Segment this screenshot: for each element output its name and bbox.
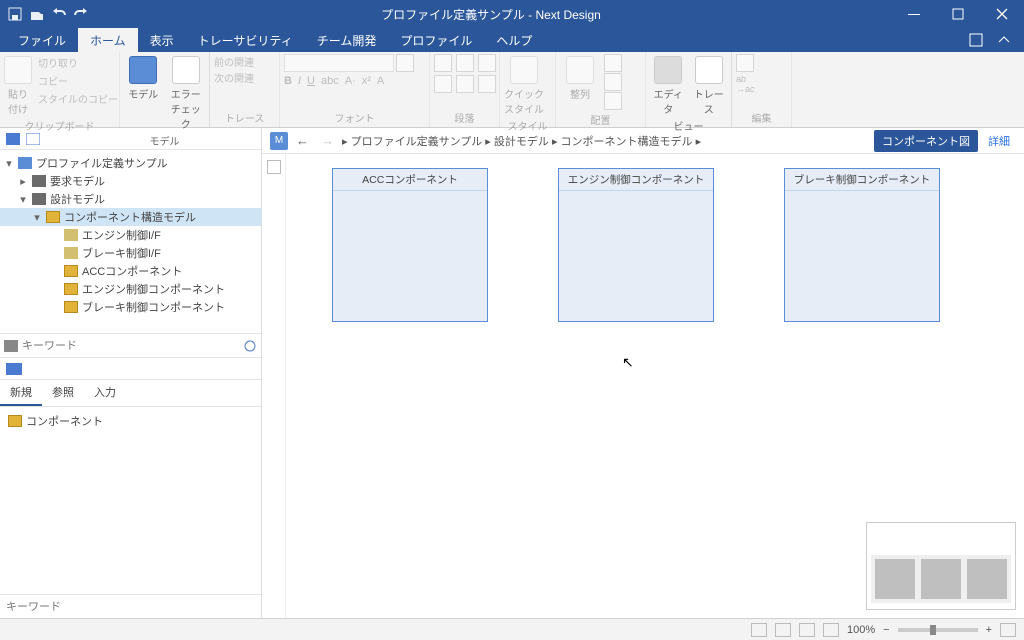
tab-trace[interactable]: トレーサビリティ bbox=[186, 28, 305, 52]
tree-root[interactable]: ▾プロファイル定義サンプル bbox=[0, 154, 261, 172]
zoom-slider[interactable] bbox=[898, 628, 978, 632]
align-button[interactable]: 整列 bbox=[560, 54, 600, 101]
tree-n4[interactable]: エンジン制御コンポーネント bbox=[0, 280, 261, 298]
paste-button[interactable]: 貼り付け bbox=[4, 54, 32, 116]
maximize-icon[interactable] bbox=[936, 0, 980, 28]
errorcheck-button[interactable]: エラーチェック bbox=[167, 54, 206, 131]
tab-new[interactable]: 新規 bbox=[0, 380, 42, 406]
gutter-icon[interactable] bbox=[267, 160, 281, 174]
group-paragraph: 段落 bbox=[434, 108, 495, 127]
fullscreen-icon[interactable] bbox=[962, 33, 990, 47]
tree-n3[interactable]: ACCコンポーネント bbox=[0, 262, 261, 280]
title-bar: プロファイル定義サンプル - Next Design bbox=[0, 0, 1024, 28]
ribbon: 貼り付け 切り取り コピー スタイルのコピー クリップボード モデル エラーチェ… bbox=[0, 52, 1024, 128]
tab-file[interactable]: ファイル bbox=[6, 28, 78, 52]
menu-bar: ファイル ホーム 表示 トレーサビリティ チーム開発 プロファイル ヘルプ bbox=[0, 28, 1024, 52]
diagram-type-button[interactable]: コンポーネント図 bbox=[874, 130, 978, 152]
tree-design[interactable]: ▾設計モデル bbox=[0, 190, 261, 208]
component-box-engine[interactable]: エンジン制御コンポーネント bbox=[558, 168, 714, 322]
cut-button[interactable]: 切り取り bbox=[36, 54, 120, 71]
status-view-1[interactable] bbox=[751, 623, 767, 637]
close-icon[interactable] bbox=[980, 0, 1024, 28]
tab-home[interactable]: ホーム bbox=[78, 28, 138, 52]
font-size[interactable] bbox=[396, 54, 414, 72]
copy-button[interactable]: コピー bbox=[36, 72, 120, 89]
minimize-icon[interactable] bbox=[892, 0, 936, 28]
status-bar: 100% − + bbox=[0, 618, 1024, 640]
tab-input[interactable]: 入力 bbox=[84, 380, 126, 406]
status-view-2[interactable] bbox=[775, 623, 791, 637]
palette-tabs: 新規 参照 入力 bbox=[0, 379, 261, 407]
cursor-icon: ↖ bbox=[622, 354, 634, 371]
find-icon[interactable] bbox=[736, 54, 754, 72]
status-view-4[interactable] bbox=[823, 623, 839, 637]
undo-icon[interactable] bbox=[50, 5, 68, 23]
left-panel: ▾プロファイル定義サンプル ▸要求モデル ▾設計モデル ▾コンポーネント構造モデ… bbox=[0, 128, 262, 618]
component-box-acc[interactable]: ACCコンポーネント bbox=[332, 168, 488, 322]
breadcrumb: M ← → ▸ プロファイル定義サンプル ▸ 設計モデル ▸ コンポーネント構造… bbox=[262, 128, 1024, 154]
palette-icon[interactable] bbox=[6, 363, 22, 375]
group-font: フォント bbox=[284, 108, 425, 127]
search-mode-icon[interactable] bbox=[4, 340, 18, 352]
crumb-2[interactable]: 設計モデル bbox=[494, 136, 549, 148]
diagram-canvas[interactable]: ACCコンポーネント エンジン制御コンポーネント ブレーキ制御コンポーネント ↖ bbox=[262, 154, 1024, 618]
tree-req[interactable]: ▸要求モデル bbox=[0, 172, 261, 190]
palette-component[interactable]: コンポーネント bbox=[8, 413, 253, 429]
tab-team[interactable]: チーム開発 bbox=[305, 28, 389, 52]
tree-n1[interactable]: エンジン制御I/F bbox=[0, 226, 261, 244]
crumb-1[interactable]: プロファイル定義サンプル bbox=[351, 136, 483, 148]
group-edit: 編集 bbox=[736, 108, 787, 127]
model-tree: ▾プロファイル定義サンプル ▸要求モデル ▾設計モデル ▾コンポーネント構造モデ… bbox=[0, 150, 261, 333]
tab-ref[interactable]: 参照 bbox=[42, 380, 84, 406]
group-trace: トレース bbox=[214, 108, 275, 127]
status-extra[interactable] bbox=[1000, 623, 1016, 637]
zoom-in[interactable]: + bbox=[986, 624, 992, 636]
detail-link[interactable]: 詳細 bbox=[982, 133, 1016, 149]
minimap[interactable] bbox=[866, 522, 1016, 610]
tree-n5[interactable]: ブレーキ制御コンポーネント bbox=[0, 298, 261, 316]
group-align: 配置 bbox=[560, 110, 641, 129]
redo-icon[interactable] bbox=[72, 5, 90, 23]
window-title: プロファイル定義サンプル - Next Design bbox=[90, 6, 892, 23]
open-icon[interactable] bbox=[28, 5, 46, 23]
stylecopy-button[interactable]: スタイルのコピー bbox=[36, 90, 120, 107]
collapse-ribbon-icon[interactable] bbox=[990, 34, 1018, 46]
group-clipboard: クリップボード bbox=[4, 116, 115, 135]
search-config-icon[interactable] bbox=[243, 340, 257, 352]
next-relation[interactable]: 次の関連 bbox=[214, 70, 254, 85]
font-select[interactable] bbox=[284, 54, 394, 72]
trace-button[interactable]: トレース bbox=[691, 54, 728, 116]
tab-help[interactable]: ヘルプ bbox=[484, 28, 544, 52]
zoom-out[interactable]: − bbox=[883, 624, 889, 636]
component-box-brake[interactable]: ブレーキ制御コンポーネント bbox=[784, 168, 940, 322]
status-view-3[interactable] bbox=[799, 623, 815, 637]
tab-profile[interactable]: プロファイル bbox=[388, 28, 484, 52]
prev-relation[interactable]: 前の関連 bbox=[214, 54, 254, 69]
tab-view[interactable]: 表示 bbox=[138, 28, 186, 52]
nav-forward[interactable]: → bbox=[317, 133, 338, 148]
model-button[interactable]: モデル bbox=[124, 54, 163, 101]
nav-back[interactable]: ← bbox=[292, 133, 313, 148]
crumb-3[interactable]: コンポーネント構造モデル bbox=[561, 136, 693, 148]
tree-comp-model[interactable]: ▾コンポーネント構造モデル bbox=[0, 208, 261, 226]
canvas-area: M ← → ▸ プロファイル定義サンプル ▸ 設計モデル ▸ コンポーネント構造… bbox=[262, 128, 1024, 618]
keyword-search bbox=[0, 333, 261, 357]
quickstyle-button[interactable]: クイック スタイル bbox=[504, 54, 544, 116]
model-badge: M bbox=[270, 132, 288, 150]
palette-search[interactable] bbox=[6, 601, 255, 613]
editor-button[interactable]: エディタ bbox=[650, 54, 687, 116]
keyword-input[interactable] bbox=[22, 340, 239, 352]
save-icon[interactable] bbox=[6, 5, 24, 23]
tree-n2[interactable]: ブレーキ制御I/F bbox=[0, 244, 261, 262]
zoom-label: 100% bbox=[847, 624, 875, 636]
